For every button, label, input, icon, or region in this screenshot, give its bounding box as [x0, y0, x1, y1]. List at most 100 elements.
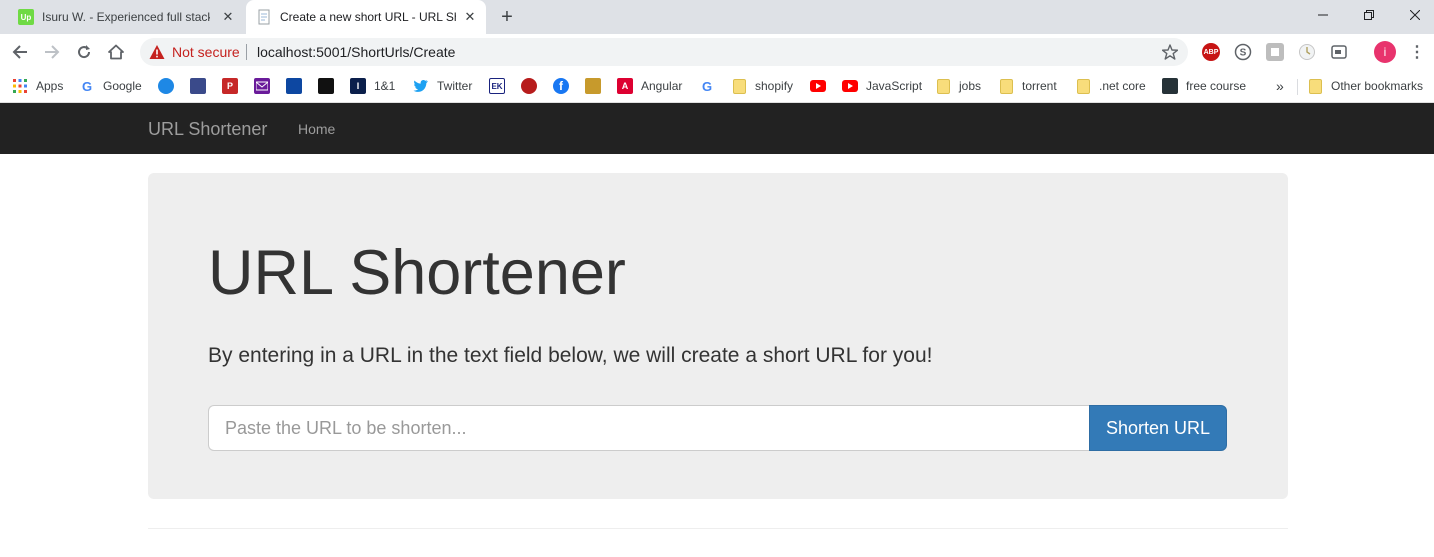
folder-icon	[733, 78, 746, 94]
bookmark-1and1[interactable]: I 1&1	[350, 76, 395, 96]
bookmark-item[interactable]: P	[222, 76, 238, 96]
bookmarks-bar: Apps G Google P I 1&1 Twitter EK f A Ang…	[0, 70, 1434, 103]
bookmark-favicon: I	[350, 78, 366, 94]
bookmark-label: Angular	[641, 79, 683, 93]
bookmark-globe[interactable]	[158, 76, 174, 96]
restore-icon[interactable]	[1346, 0, 1392, 30]
bookmark-favicon	[1162, 78, 1178, 94]
browser-tab-create[interactable]: Create a new short URL - URL Sh ✕	[246, 0, 486, 34]
minimize-icon[interactable]	[1300, 0, 1346, 30]
globe-icon	[158, 78, 174, 94]
bookmark-folder-shopify[interactable]: shopify	[733, 76, 793, 96]
svg-text:S: S	[1240, 48, 1247, 59]
bookmark-label: Apps	[36, 79, 64, 93]
twitter-icon	[413, 78, 429, 94]
bookmark-mail[interactable]	[254, 76, 270, 96]
bookmark-label: Other bookmarks	[1331, 79, 1424, 93]
reload-icon[interactable]	[72, 40, 96, 64]
divider	[148, 528, 1288, 529]
bookmark-other-bookmarks[interactable]: Other bookmarks	[1309, 76, 1423, 96]
bookmark-item[interactable]	[521, 76, 537, 96]
back-icon[interactable]	[8, 40, 32, 64]
folder-icon	[1077, 78, 1090, 94]
tab-strip: Up Isuru W. - Experienced full stack d ✕…	[0, 0, 1434, 34]
skype-icon[interactable]: S	[1234, 43, 1252, 61]
close-tab-icon[interactable]: ✕	[220, 9, 236, 25]
bookmarks-overflow-icon[interactable]: »	[1276, 76, 1284, 96]
folder-icon	[937, 78, 950, 94]
bookmark-item[interactable]	[318, 76, 334, 96]
bookmark-label: shopify	[755, 79, 794, 93]
bookmark-favicon	[286, 78, 302, 94]
mail-icon	[254, 78, 270, 94]
cast-icon[interactable]	[1330, 43, 1348, 61]
angular-icon: A	[617, 78, 633, 94]
close-window-icon[interactable]	[1392, 0, 1434, 30]
bookmark-twitter[interactable]: Twitter	[413, 76, 472, 96]
bookmark-item[interactable]: EK	[489, 76, 505, 96]
bookmark-label: .net core	[1099, 79, 1146, 93]
extension-icon[interactable]	[1266, 43, 1284, 61]
adblock-plus-icon[interactable]: ABP	[1202, 43, 1220, 61]
upwork-icon: Up	[18, 9, 34, 25]
folder-icon	[1000, 78, 1013, 94]
page-title: URL Shortener	[208, 238, 626, 308]
bookmark-favicon	[318, 78, 334, 94]
navbar-brand[interactable]: URL Shortener	[148, 119, 267, 140]
lead-text: By entering in a URL in the text field b…	[208, 344, 933, 367]
bookmark-favicon	[585, 78, 601, 94]
bookmark-favicon: P	[222, 78, 238, 94]
home-icon[interactable]	[104, 40, 128, 64]
browser-toolbar: Not secure localhost:5001/ShortUrls/Crea…	[0, 34, 1434, 70]
bookmark-star-icon[interactable]	[1160, 42, 1180, 62]
bookmark-label: free course	[1186, 79, 1247, 93]
profile-avatar[interactable]: i	[1374, 41, 1396, 63]
chrome-menu-icon[interactable]: ⋮	[1408, 42, 1426, 62]
bookmark-item[interactable]	[286, 76, 302, 96]
youtube-icon	[842, 78, 858, 94]
bookmark-javascript[interactable]: JavaScript	[842, 76, 922, 96]
browser-tab-upwork[interactable]: Up Isuru W. - Experienced full stack d ✕	[8, 0, 244, 34]
bookmark-apps[interactable]: Apps	[12, 76, 63, 96]
shorten-url-button[interactable]: Shorten URL	[1089, 405, 1227, 451]
bookmark-label: 1&1	[374, 79, 396, 93]
close-tab-icon[interactable]: ✕	[462, 9, 478, 25]
new-tab-icon[interactable]: +	[496, 6, 518, 28]
google-icon: G	[701, 78, 713, 94]
bookmark-item[interactable]	[190, 76, 206, 96]
bookmark-angular[interactable]: A Angular	[617, 76, 682, 96]
folder-icon	[1309, 78, 1322, 94]
address-bar[interactable]: Not secure localhost:5001/ShortUrls/Crea…	[140, 38, 1188, 66]
warning-icon	[149, 45, 165, 59]
forward-icon[interactable]	[40, 40, 64, 64]
tab-title: Isuru W. - Experienced full stack d	[42, 10, 210, 24]
bookmark-folder-jobs[interactable]: jobs	[937, 76, 981, 96]
bookmark-google[interactable]: G Google	[79, 76, 142, 96]
youtube-icon	[810, 78, 826, 94]
site-navbar: URL Shortener Home	[0, 103, 1434, 154]
bookmark-favicon	[190, 78, 206, 94]
bookmark-label: Google	[103, 79, 142, 93]
bookmark-folder-torrent[interactable]: torrent	[1000, 76, 1057, 96]
tab-title: Create a new short URL - URL Sh	[280, 10, 456, 24]
bookmark-label: Twitter	[437, 79, 473, 93]
bookmark-google-2[interactable]: G	[699, 76, 715, 96]
bookmark-favicon	[521, 78, 537, 94]
bookmark-free-course[interactable]: free course	[1162, 76, 1246, 96]
not-secure-label[interactable]: Not secure	[172, 44, 240, 60]
bookmark-folder-netcore[interactable]: .net core	[1077, 76, 1146, 96]
url-text[interactable]: localhost:5001/ShortUrls/Create	[257, 44, 455, 60]
bookmark-item[interactable]	[585, 76, 601, 96]
bookmark-facebook[interactable]: f	[553, 76, 569, 96]
nav-link-home[interactable]: Home	[298, 121, 335, 137]
facebook-icon: f	[553, 78, 569, 94]
clock-icon[interactable]	[1298, 43, 1316, 61]
url-input[interactable]	[208, 405, 1090, 451]
jumbotron: URL Shortener By entering in a URL in th…	[148, 173, 1288, 499]
apps-grid-icon	[12, 78, 28, 94]
page-icon	[258, 9, 270, 25]
bookmark-label: jobs	[959, 79, 982, 93]
google-icon: G	[81, 78, 93, 94]
bookmark-label: torrent	[1022, 79, 1057, 93]
bookmark-youtube[interactable]	[810, 76, 826, 96]
